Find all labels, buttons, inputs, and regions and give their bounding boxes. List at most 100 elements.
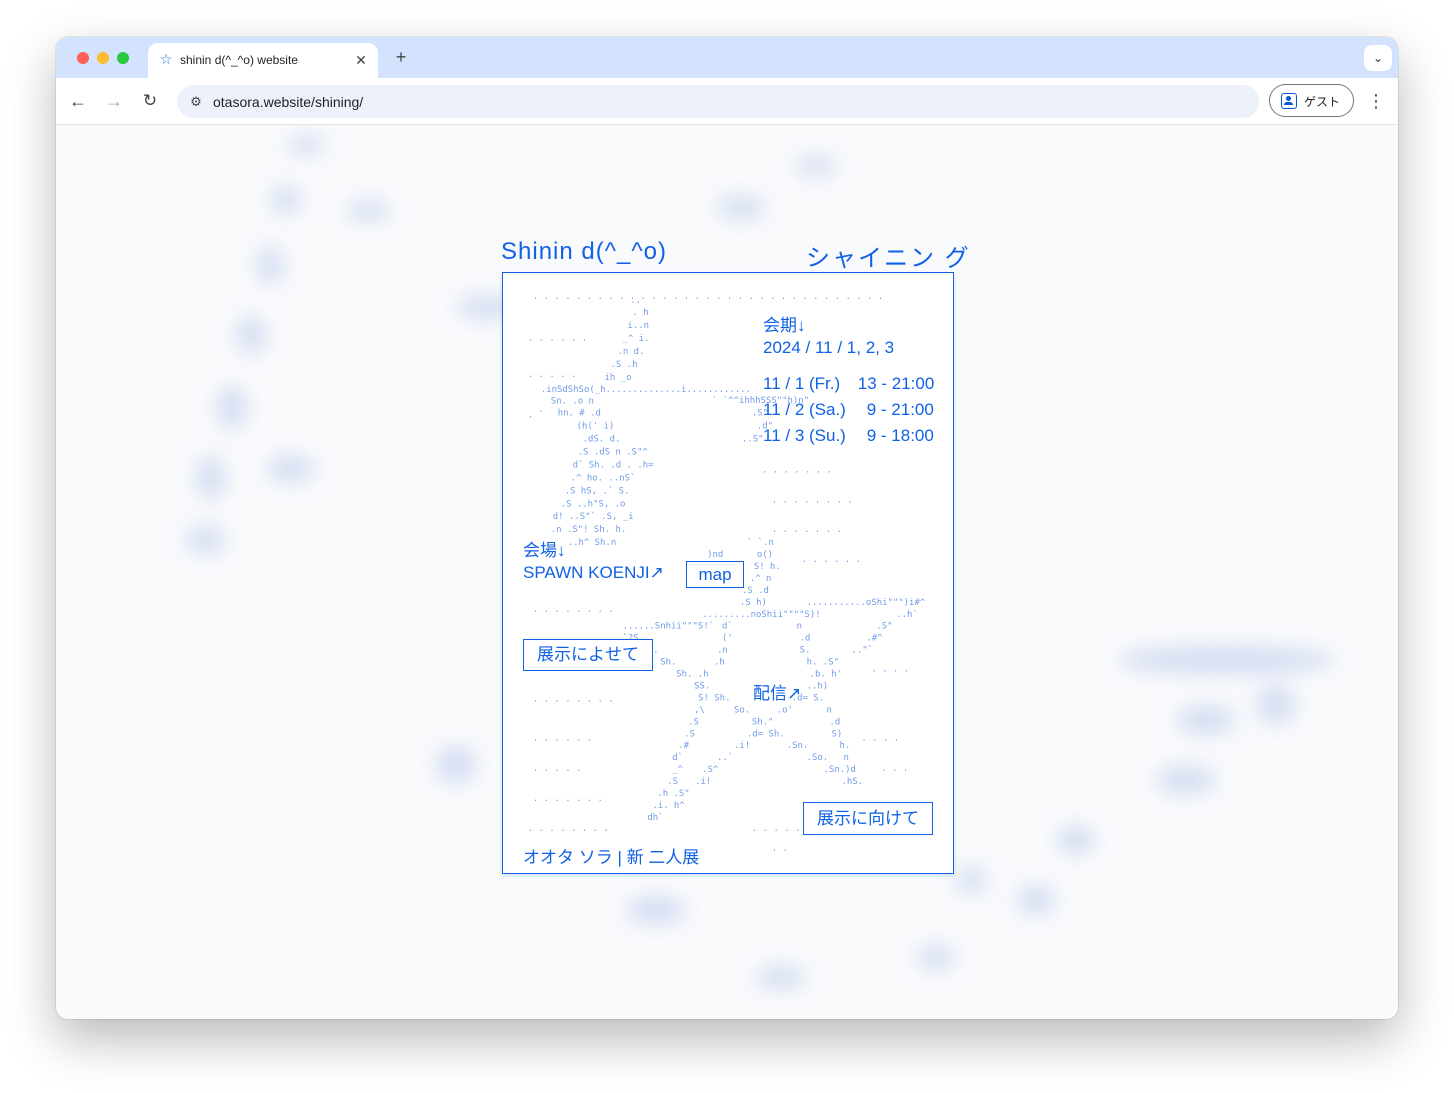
svg-text:n: n — [827, 705, 832, 715]
venue-link[interactable]: SPAWN KOENJI↗ — [523, 563, 664, 583]
new-tab-button[interactable]: + — [390, 47, 412, 69]
venue-label: 会場↓ — [523, 541, 566, 560]
url-text[interactable]: otasora.website/shining/ — [213, 94, 363, 110]
svg-text:. . . . . . . .: . . . . . . . . — [528, 824, 609, 834]
svg-text:d`: d` — [722, 621, 733, 632]
svg-text:.S .dS n: .S .dS n .S"^ — [578, 448, 649, 458]
maximize-window-button[interactable] — [117, 52, 129, 64]
page-viewport: Shinin d(^_^o) シャイニン グ . . . . . . . . .… — [56, 125, 1398, 1019]
svg-text:.n d.: .n d. — [617, 347, 644, 357]
svg-text:.i!: .i! — [695, 777, 711, 787]
svg-text:.So.: .So. — [807, 753, 829, 763]
tab-bar: ☆ shinin d(^_^o) website ✕ + ⌄ — [56, 37, 1398, 78]
svg-text:i..n: i..n — [627, 321, 649, 331]
svg-text:.S^: .S^ — [702, 765, 719, 775]
svg-text:. . . . . . . .: . . . . . . . . — [772, 495, 853, 505]
svg-text:.b. h': .b. h' — [810, 670, 842, 680]
schedule-day: 11 / 2 (Sa.) — [763, 400, 846, 419]
svg-text:Sh.: Sh. — [660, 658, 676, 668]
svg-text:SS.: SS. — [694, 681, 710, 691]
svg-text:.d: .d — [830, 717, 841, 727]
svg-text:.#: .# — [678, 741, 689, 751]
svg-text:.o': .o' — [777, 705, 793, 715]
svg-text:..h): ..h) — [807, 681, 829, 691]
svg-text:. . . .: . . . . — [861, 734, 899, 744]
svg-text:.dS. d.: .dS. d. — [583, 435, 621, 445]
svg-text:..`: ..` — [717, 752, 733, 763]
schedule-day: 11 / 3 (Su.) — [763, 426, 846, 445]
svg-text:.S: .S — [688, 717, 699, 727]
forward-button[interactable]: → — [101, 88, 127, 114]
svg-text:.^ n: .^ n — [750, 574, 772, 584]
poster-title-english: Shinin d(^_^o) — [501, 238, 667, 265]
schedule-time: 9 - 21:00 — [866, 400, 934, 419]
schedule-row-1: 11 / 1 (Fr.) 13 - 21:00 — [763, 374, 934, 394]
svg-text:.h: .h — [714, 658, 725, 668]
back-button[interactable]: ← — [65, 88, 91, 114]
stream-link[interactable]: 配信↗ — [753, 679, 801, 704]
svg-text:.S .d: .S .d — [742, 586, 769, 596]
svg-text:. . . . . . . .: . . . . . . . . — [533, 694, 614, 704]
svg-text:` `.n: ` `.n — [747, 537, 774, 548]
svg-text:S.: S. — [800, 646, 811, 656]
svg-text:d` Sh. .d .: d` Sh. .d . .h= — [573, 459, 654, 470]
svg-text:.."`: .."` — [851, 645, 873, 656]
svg-text:..h`: ..h` — [896, 609, 918, 620]
svg-text:......Snhii"""S!`: ......Snhii"""S!` — [622, 621, 714, 632]
svg-text:S): S) — [832, 729, 843, 739]
svg-text:Sh. .h: Sh. .h — [676, 670, 708, 680]
statement-button[interactable]: 展示によせて — [523, 639, 653, 671]
minimize-window-button[interactable] — [97, 52, 109, 64]
poster-title-japanese: シャイニン グ — [806, 245, 971, 272]
guest-profile-button[interactable]: ゲスト — [1269, 84, 1354, 117]
svg-text:. . . . . . .: . . . . . . . — [772, 525, 842, 535]
browser-menu-icon[interactable]: ⋮ — [1364, 88, 1388, 114]
close-tab-icon[interactable]: ✕ — [352, 51, 370, 69]
tab-title: shinin d(^_^o) website — [180, 53, 298, 67]
svg-text:. . . . . .: . . . . . . — [802, 555, 861, 565]
svg-text:So.: So. — [734, 705, 750, 715]
schedule-row-3: 11 / 3 (Su.) 9 - 18:00 — [763, 426, 934, 446]
svg-text:(h(' i): (h(' i) — [577, 422, 615, 432]
browser-toolbar: ← → ↻ ⚙ otasora.website/shining/ ゲスト ⋮ — [56, 78, 1398, 125]
svg-text:.S: .S — [684, 729, 695, 739]
svg-text:Sh.": Sh." — [752, 717, 774, 727]
svg-text:o(): o() — [757, 550, 773, 560]
svg-text:.d= Sh.: .d= Sh. — [747, 729, 785, 739]
browser-tab[interactable]: ☆ shinin d(^_^o) website ✕ — [148, 43, 378, 78]
artists-credit: オオタ ソラ | 新 二人展 — [523, 848, 700, 867]
svg-text:. . . .: . . . . — [871, 665, 909, 675]
svg-text:.i. h^: .i. h^ — [652, 801, 685, 811]
toward-exhibition-button[interactable]: 展示に向けて — [803, 802, 933, 835]
svg-text:,\: ,\ — [694, 705, 705, 715]
svg-text:..h^: ..h^ Sh.n — [568, 538, 617, 548]
site-info-icon[interactable]: ⚙ — [187, 93, 205, 111]
svg-text:d! ..S"`: d! ..S"` .S, _i — [553, 511, 634, 522]
svg-text:. `: . ` — [528, 410, 544, 421]
svg-text:)nd: )nd — [707, 550, 723, 560]
svg-text:. . . . .: . . . . . — [528, 370, 577, 380]
svg-text:.hS.: .hS. — [841, 777, 863, 787]
svg-text:.S h): .S h) — [740, 598, 767, 608]
tab-search-button[interactable]: ⌄ — [1364, 45, 1392, 71]
map-button[interactable]: map — [686, 561, 744, 588]
svg-text:(': (' — [722, 634, 733, 644]
guest-label: ゲスト — [1304, 95, 1341, 109]
address-bar[interactable]: ⚙ otasora.website/shining/ — [177, 85, 1259, 118]
close-window-button[interactable] — [77, 52, 89, 64]
svg-text:. . . . .: . . . . . — [533, 764, 582, 774]
svg-text:.S hS, .`: .S hS, .` S. — [565, 485, 630, 496]
svg-text:hn. # .d: hn. # .d — [558, 409, 601, 419]
svg-text:h.: h. — [840, 741, 851, 751]
reload-button[interactable]: ↻ — [137, 88, 163, 114]
svg-text:.S: .S — [667, 777, 678, 787]
schedule-day: 11 / 1 (Fr.) — [763, 374, 841, 393]
svg-text:.........noShii""""S)!: .........noShii""""S)! — [702, 610, 821, 620]
svg-text:n: n — [797, 622, 802, 632]
svg-text:.S .h: .S .h — [611, 360, 638, 370]
svg-text:. . .: . . . — [881, 764, 908, 774]
svg-text:. . . . .: . . . . . — [752, 824, 801, 834]
svg-text:.Sn.: .Sn. — [787, 741, 809, 751]
svg-text:. .: . . — [772, 844, 788, 854]
svg-text:. . . . . . . . . . . . . . .: . . . . . . . . . . . . . . . . . . . . … — [533, 292, 883, 302]
